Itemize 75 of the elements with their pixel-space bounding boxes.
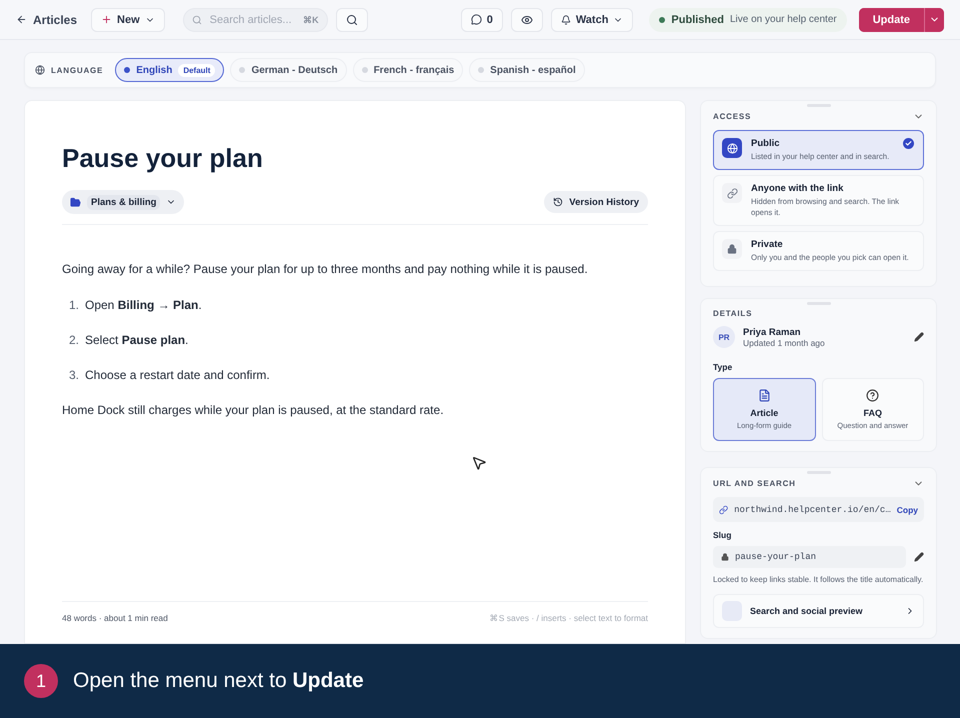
slug-note: Locked to keep links stable. It follows the title automatically. xyxy=(713,574,924,586)
step-number: 1. xyxy=(69,297,79,313)
type-label: Type xyxy=(713,362,734,372)
category-select[interactable]: Plans & billing xyxy=(62,190,184,214)
updated-time: Updated 1 month ago xyxy=(743,338,826,348)
eye-icon xyxy=(520,14,533,26)
paragraph: Home Dock still charges while your plan is paused, at the standard rate. xyxy=(62,402,445,418)
slug-label: Slug xyxy=(713,530,732,540)
watch-button[interactable]: Watch xyxy=(550,8,634,32)
panel-title: URL AND SEARCH xyxy=(713,479,796,488)
banner-text: Open the menu next to Update xyxy=(73,669,364,693)
document-icon xyxy=(758,389,771,402)
word-count: 48 words · about 1 min read xyxy=(62,613,168,623)
option-title: Public xyxy=(751,138,781,149)
search-button[interactable] xyxy=(336,8,368,32)
new-button[interactable]: New xyxy=(91,8,165,32)
question-icon xyxy=(866,389,880,402)
preview-button[interactable] xyxy=(510,8,543,32)
language-tab[interactable]: French - français xyxy=(352,58,464,82)
step-number: 3. xyxy=(69,367,79,383)
status-detail: Live on your help center xyxy=(730,14,837,25)
step-badge: 1 xyxy=(24,664,58,698)
language-dot xyxy=(362,67,368,73)
bell-icon xyxy=(560,14,571,24)
article-title[interactable]: Pause your plan xyxy=(62,143,648,174)
step-text: Select Pause plan. xyxy=(85,332,188,348)
history-icon xyxy=(553,197,564,207)
url-text: northwind.helpcenter.io/en/c… xyxy=(734,504,891,514)
status-dot xyxy=(659,16,666,22)
preview-settings-button[interactable]: Search and social preview xyxy=(713,594,924,628)
version-history-button[interactable]: Version History xyxy=(544,191,648,213)
language-dot xyxy=(124,67,130,73)
author-name: Priya Raman xyxy=(743,326,802,338)
folder-icon xyxy=(70,196,81,208)
panel-title: ACCESS xyxy=(713,112,752,121)
back-button[interactable]: Articles xyxy=(16,12,84,26)
link-icon xyxy=(719,504,728,514)
default-badge: Default xyxy=(178,64,216,76)
edit-icon[interactable] xyxy=(914,332,924,342)
plus-icon xyxy=(101,14,112,25)
lock-icon xyxy=(727,244,737,254)
step-text: Choose a restart date and confirm. xyxy=(85,367,270,383)
panel-title: DETAILS xyxy=(713,309,752,318)
language-label-text: LANGUAGE xyxy=(51,66,104,74)
option-title: Anyone with the link xyxy=(751,183,844,194)
language-tab[interactable]: Spanish - español xyxy=(469,58,585,82)
step-text: Open Billing → Plan. xyxy=(85,297,202,313)
shortcut-hint: ⌘K xyxy=(303,14,319,24)
paragraph: Going away for a while? Pause your plan for up to three months and pay nothing while it is paused. xyxy=(62,261,589,277)
arrow-left-icon xyxy=(16,14,27,25)
search-icon xyxy=(192,14,202,24)
language-dot xyxy=(239,67,246,73)
search-icon xyxy=(346,14,358,26)
status-label: Published xyxy=(671,14,724,26)
slug-text: pause-your-plan xyxy=(735,552,818,562)
language-tab[interactable]: German - Deutsch xyxy=(230,58,347,82)
avatar: PR xyxy=(713,326,735,348)
lock-icon xyxy=(721,553,729,561)
search-field[interactable]: Search articles... xyxy=(208,12,298,26)
update-menu-button[interactable] xyxy=(924,8,944,32)
globe-icon xyxy=(35,65,45,75)
step-number: 2. xyxy=(69,332,79,348)
language-dot xyxy=(478,67,484,73)
link-icon xyxy=(726,188,738,198)
edit-icon[interactable] xyxy=(914,552,924,562)
comments-button[interactable]: 0 xyxy=(460,8,503,32)
slug-field[interactable]: pause-your-plan xyxy=(713,546,906,568)
check-icon xyxy=(903,138,914,149)
editor-hints: ⌘S saves · / inserts · select text to format xyxy=(490,613,648,623)
option-title: Private xyxy=(751,239,784,250)
cursor-icon xyxy=(471,455,487,471)
language-tab[interactable]: English Default xyxy=(115,58,224,82)
globe-icon xyxy=(726,142,738,154)
comment-icon xyxy=(470,14,482,25)
copy-button[interactable]: Copy xyxy=(896,504,918,514)
